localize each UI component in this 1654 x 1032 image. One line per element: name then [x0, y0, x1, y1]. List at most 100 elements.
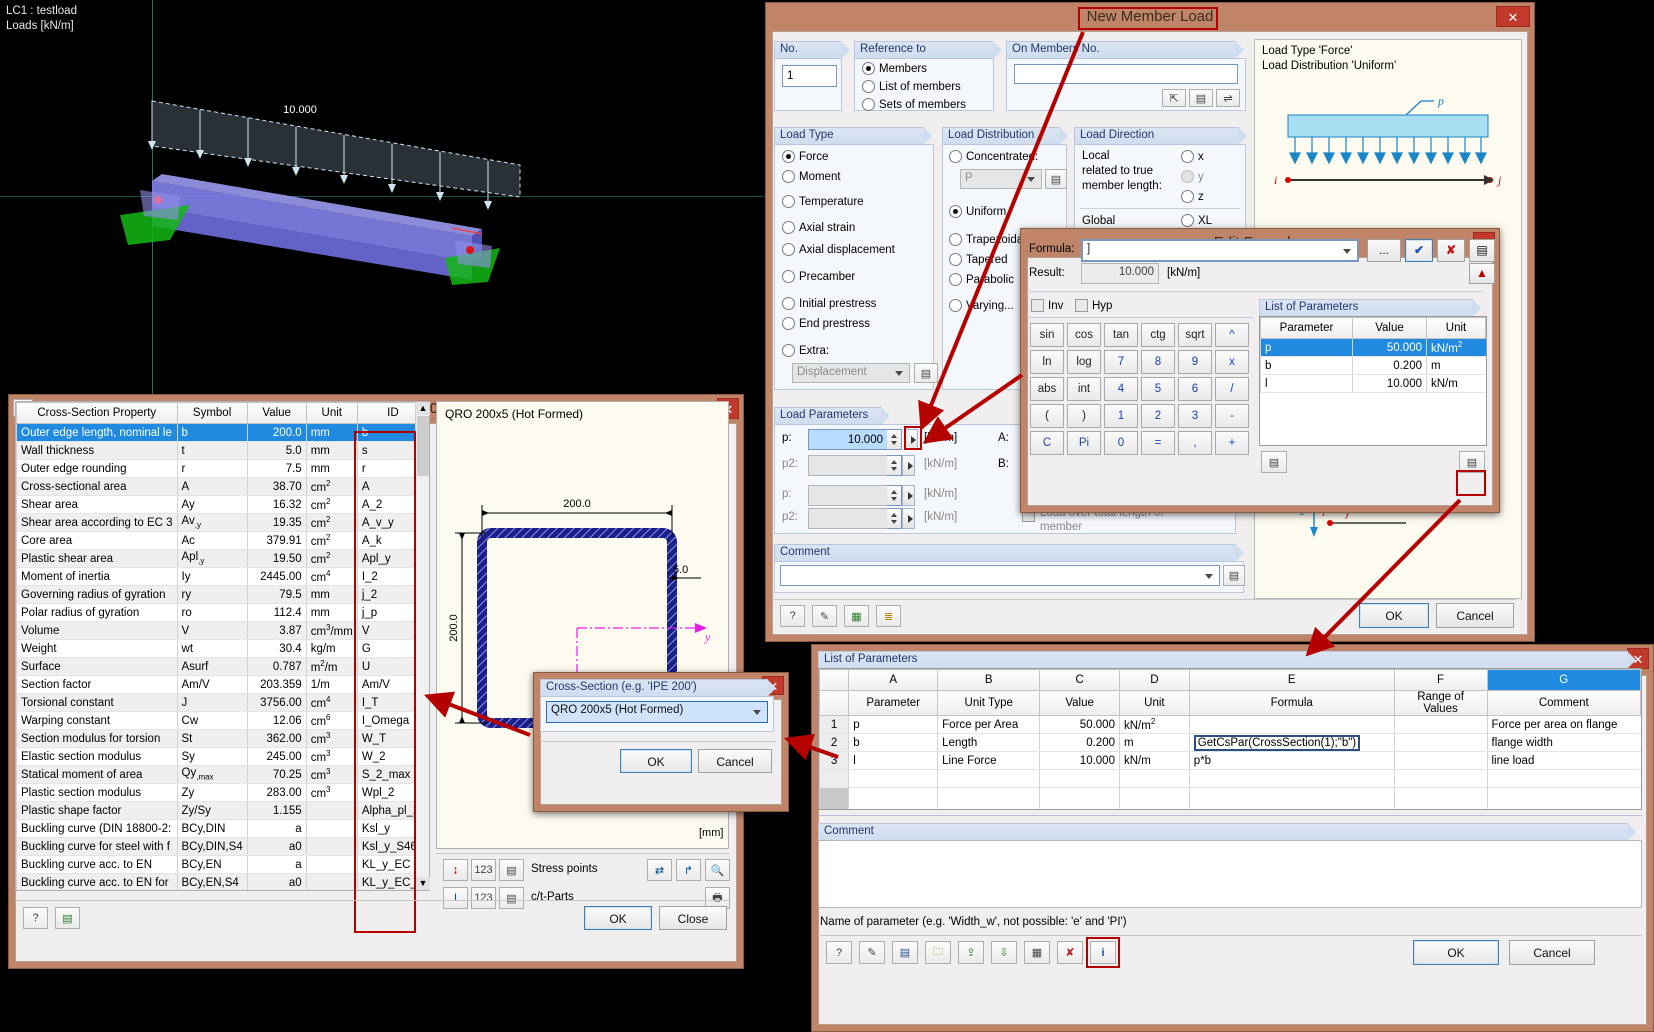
radio-distribution-tapered[interactable] — [949, 253, 962, 266]
param-p2a-spinner[interactable] — [887, 455, 902, 476]
table-row[interactable]: p 50.000 kN/m2 — [1260, 338, 1486, 357]
extra-type-combo[interactable]: Displacement — [792, 363, 910, 383]
zoom-icon[interactable]: 🔍 — [705, 859, 730, 881]
info-ok-button[interactable]: OK — [584, 906, 652, 930]
radio-direction-local-y[interactable] — [1181, 170, 1194, 183]
keypad-key-x[interactable]: x — [1215, 350, 1249, 374]
keypad-key-4[interactable]: 4 — [1104, 377, 1138, 401]
keypad-key-7[interactable]: 7 — [1104, 350, 1138, 374]
cell-value[interactable]: 10.000 — [1039, 751, 1120, 770]
radio-load-type-axial-displacement[interactable] — [782, 243, 795, 256]
members-settings-icon[interactable]: ⇌ — [1216, 89, 1240, 107]
radio-load-type-initial-prestress[interactable] — [782, 297, 795, 310]
column-header[interactable]: Range of Values — [1393, 690, 1488, 716]
radio-load-type-force[interactable] — [782, 150, 795, 163]
parameters-table-wrap[interactable]: A B C D E F G Parameter Unit Type Value Unit Formul… — [818, 668, 1642, 810]
keypad-key-op[interactable]: , — [1178, 431, 1212, 455]
calculator-icon[interactable]: ▦ — [1024, 941, 1050, 964]
keypad-key-sin[interactable]: sin — [1030, 323, 1064, 347]
column-header[interactable]: Symbol — [176, 402, 248, 424]
formula-input[interactable]: ] — [1081, 239, 1359, 262]
on-members-input[interactable] — [1014, 64, 1238, 84]
keypad-key-cos[interactable]: cos — [1067, 323, 1101, 347]
property-table-scrollbar[interactable]: ▲ ▼ — [415, 402, 430, 890]
calculator-icon[interactable]: ▦ — [844, 605, 869, 627]
param-p1-input[interactable] — [808, 429, 888, 450]
cell-comment[interactable]: line load — [1486, 751, 1641, 770]
keypad-key-op[interactable]: + — [1215, 431, 1249, 455]
cell-unit-type[interactable]: Line Force — [937, 751, 1040, 770]
list-icon[interactable]: ≣ — [876, 605, 901, 627]
radio-load-type-axial-strain[interactable] — [782, 221, 795, 234]
formula-reject-button[interactable]: ✘ — [1437, 239, 1465, 262]
radio-reference-list-of-members[interactable] — [862, 80, 875, 93]
param-p2b-input[interactable] — [808, 508, 888, 529]
param-p1b-input[interactable] — [808, 485, 888, 506]
param-p1-spinner[interactable] — [887, 429, 902, 450]
radio-load-type-precamber[interactable] — [782, 270, 795, 283]
cross-section-select[interactable]: QRO 200x5 (Hot Formed) — [546, 701, 768, 723]
keypad-key-op[interactable]: / — [1215, 377, 1249, 401]
open-folder-icon[interactable]: 🗀 — [925, 941, 951, 964]
cell-unit-type[interactable] — [937, 769, 1040, 788]
cell-unit[interactable]: kN/m2 — [1118, 715, 1190, 734]
keypad-key-sqrt[interactable]: sqrt — [1178, 323, 1212, 347]
info-close-button[interactable]: Close — [659, 906, 727, 930]
load-number-input[interactable] — [782, 65, 837, 87]
cell-formula[interactable] — [1188, 769, 1395, 788]
close-icon[interactable]: ✕ — [1496, 6, 1530, 27]
add-parameter-icon[interactable]: ▤ — [1261, 451, 1287, 473]
edit-note-icon[interactable]: ✎ — [812, 605, 837, 627]
column-header[interactable]: Parameter — [1260, 317, 1353, 339]
table-row[interactable]: 2 b Length 0.200 m GetCsPar(CrossSection(1);"… — [819, 733, 1641, 752]
stress-points-table-icon[interactable]: ▤ — [499, 859, 524, 881]
keypad-key-log[interactable]: log — [1067, 350, 1101, 374]
column-letter-header[interactable]: C — [1039, 669, 1120, 691]
keypad-key-ln[interactable]: ln — [1030, 350, 1064, 374]
column-header[interactable]: Unit Type — [937, 690, 1041, 716]
keypad-key-abs[interactable]: abs — [1030, 377, 1064, 401]
column-letter-header[interactable]: A — [848, 669, 939, 691]
table-row[interactable]: 3 l Line Force 10.000 kN/m p*b line load — [819, 751, 1641, 770]
keypad-key-tan[interactable]: tan — [1104, 323, 1138, 347]
concentrated-type-combo[interactable]: P — [960, 169, 1042, 189]
param-p2b-formula-button[interactable] — [902, 508, 915, 529]
column-header[interactable]: Value — [246, 402, 307, 424]
export-icon[interactable]: ▤ — [55, 907, 80, 929]
column-header[interactable]: Formula — [1188, 690, 1395, 716]
scroll-up-arrow[interactable]: ▲ — [416, 402, 430, 415]
cell-formula[interactable]: GetCsPar(CrossSection(1);"b") — [1188, 733, 1395, 752]
column-header[interactable]: Comment — [1486, 690, 1641, 716]
scroll-down-arrow[interactable]: ▼ — [416, 877, 430, 890]
ct-parts-dimension-icon[interactable]: I — [443, 887, 468, 909]
column-letter-header[interactable]: F — [1393, 669, 1488, 691]
result-warning-icon[interactable]: ▲ — [1469, 263, 1495, 284]
radio-load-type-temperature[interactable] — [782, 195, 795, 208]
radio-reference-sets-of-members[interactable] — [862, 98, 875, 111]
param-p1b-formula-button[interactable] — [902, 485, 915, 506]
edit-note-icon[interactable]: ✎ — [859, 941, 885, 964]
pick-members-icon[interactable]: ⇱ — [1162, 89, 1186, 107]
cell-range[interactable] — [1393, 751, 1487, 770]
table-row[interactable]: b 0.200 m — [1260, 356, 1486, 375]
keypad-key-op[interactable]: = — [1141, 431, 1175, 455]
member-load-ok-button[interactable]: OK — [1359, 603, 1429, 628]
help-icon[interactable]: ? — [780, 605, 805, 627]
formula-browse-button[interactable]: ... — [1367, 239, 1401, 262]
cell-parameter[interactable]: b — [848, 733, 938, 752]
radio-distribution-parabolic[interactable] — [949, 273, 962, 286]
cell-value[interactable]: 0.200 — [1039, 733, 1120, 752]
checkbox-inv[interactable] — [1031, 299, 1044, 312]
cell-unit[interactable] — [1118, 769, 1190, 788]
column-letter-header[interactable]: B — [937, 669, 1041, 691]
small-info-cancel-button[interactable]: Cancel — [698, 749, 772, 773]
radio-load-type-end-prestress[interactable] — [782, 317, 795, 330]
radio-direction-local-z[interactable] — [1181, 190, 1194, 203]
column-letter-header[interactable]: E — [1188, 669, 1395, 691]
cell-comment[interactable] — [1486, 769, 1641, 788]
cell-value[interactable]: 50.000 — [1039, 715, 1120, 734]
keypad-key-op[interactable]: ( — [1030, 404, 1064, 428]
edit-parameters-ok-button[interactable]: OK — [1413, 940, 1499, 965]
pick-members-table-icon[interactable]: ▤ — [1189, 89, 1213, 107]
formula-accept-button[interactable]: ✔ — [1405, 239, 1433, 262]
